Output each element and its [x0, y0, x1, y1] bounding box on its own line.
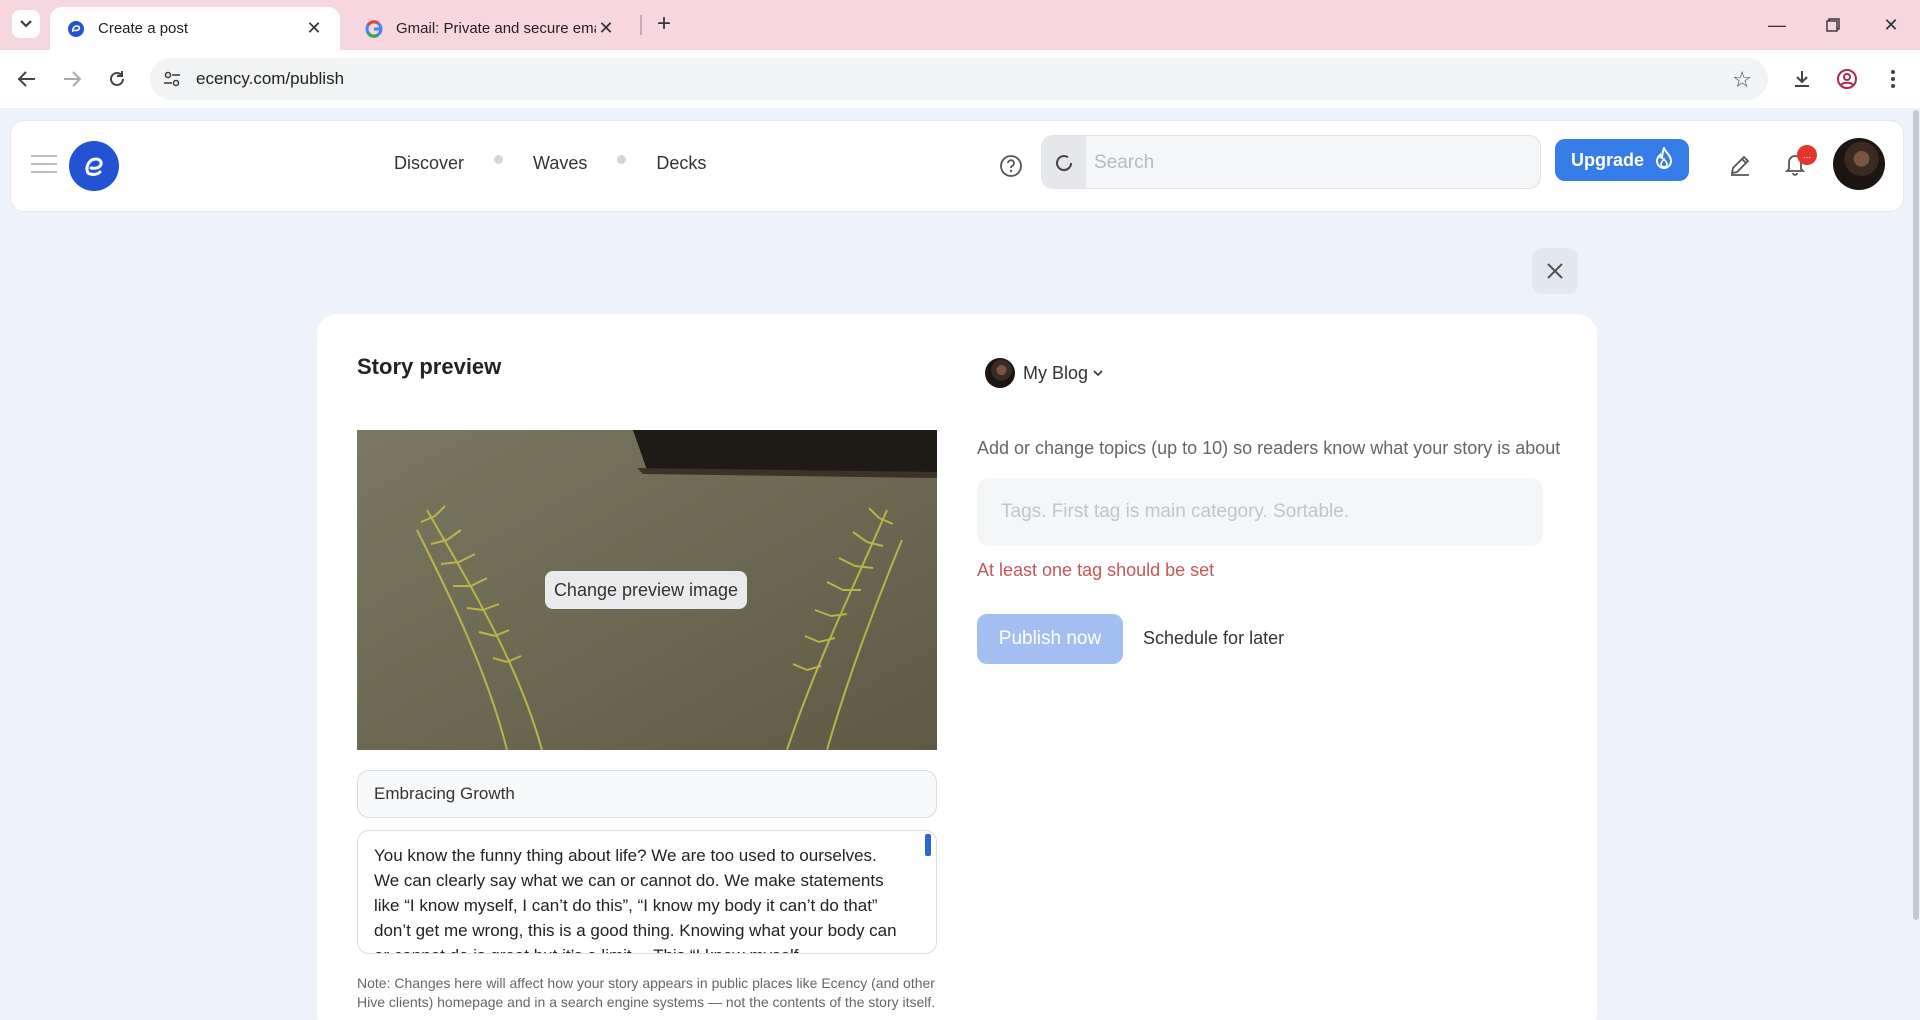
google-favicon-icon — [364, 19, 384, 39]
address-bar[interactable]: ecency.com/publish ☆ — [150, 58, 1768, 100]
nav-discover[interactable]: Discover — [394, 153, 464, 174]
tab-gmail[interactable]: Gmail: Private and secure email ✕ — [348, 7, 632, 50]
reload-icon[interactable] — [102, 64, 132, 94]
kebab-menu-icon[interactable] — [1878, 64, 1908, 94]
site-navbar: Discover Waves Decks Upgrade ... — [10, 120, 1904, 212]
nav-waves[interactable]: Waves — [533, 153, 587, 174]
loading-spinner-icon — [1042, 136, 1086, 188]
close-tab-icon[interactable]: ✕ — [596, 18, 616, 39]
forward-icon[interactable] — [57, 64, 87, 94]
ecency-logo[interactable] — [69, 141, 119, 191]
tab-separator — [640, 15, 642, 35]
user-avatar[interactable] — [1833, 138, 1885, 190]
change-preview-image-button[interactable]: Change preview image — [545, 571, 747, 609]
chevron-down-icon — [1093, 366, 1103, 380]
search-box — [1041, 135, 1541, 189]
page: Discover Waves Decks Upgrade ... — [0, 108, 1920, 1020]
tag-error-message: At least one tag should be set — [977, 560, 1215, 580]
download-icon[interactable] — [1787, 64, 1817, 94]
tab-create-post[interactable]: Create a post ✕ — [50, 7, 340, 50]
nav-separator — [494, 155, 504, 164]
main-nav: Discover Waves Decks — [394, 153, 706, 174]
bookmark-star-icon[interactable]: ☆ — [1732, 67, 1752, 93]
publish-now-button[interactable]: Publish now — [977, 614, 1123, 664]
upgrade-label: Upgrade — [1571, 149, 1645, 170]
chevron-down-icon — [20, 20, 32, 28]
ecency-favicon-icon — [66, 19, 86, 39]
tab-search-button[interactable] — [12, 10, 40, 38]
tab-title: Create a post — [98, 20, 189, 37]
url-text: ecency.com/publish — [196, 69, 345, 88]
flame-icon — [1654, 143, 1674, 174]
schedule-for-later-button[interactable]: Schedule for later — [1143, 628, 1284, 649]
page-scrollbar[interactable] — [1912, 108, 1920, 1020]
tab-title: Gmail: Private and secure email — [396, 20, 596, 37]
body-scrollbar[interactable] — [925, 834, 933, 950]
browser-toolbar: ecency.com/publish ☆ — [0, 50, 1920, 108]
post-body-field[interactable]: You know the funny thing about life? We … — [357, 830, 937, 954]
nav-decks[interactable]: Decks — [656, 153, 706, 174]
back-icon[interactable] — [12, 64, 42, 94]
close-tab-icon[interactable]: ✕ — [304, 18, 324, 39]
new-tab-button[interactable]: + — [650, 10, 678, 38]
community-selector[interactable]: My Blog — [985, 358, 1103, 388]
close-window-icon[interactable]: ✕ — [1876, 10, 1906, 40]
tab-strip: Create a post ✕ Gmail: Private and secur… — [0, 0, 1920, 50]
story-preview-heading: Story preview — [357, 354, 502, 379]
search-input[interactable] — [1094, 136, 1534, 188]
publish-card: Story preview Change preview image Embra… — [317, 314, 1597, 1020]
blog-label: My Blog — [1023, 362, 1089, 383]
topics-label: Add or change topics (up to 10) so reade… — [977, 438, 1561, 458]
help-icon[interactable] — [999, 154, 1023, 178]
post-title-field[interactable]: Embracing Growth — [357, 770, 937, 818]
nav-separator — [617, 155, 627, 164]
close-icon[interactable] — [1532, 248, 1578, 294]
pencil-icon[interactable] — [1728, 153, 1754, 179]
blog-avatar — [985, 358, 1015, 388]
site-settings-icon[interactable] — [162, 69, 182, 89]
preview-image: Change preview image — [357, 430, 937, 750]
upgrade-button[interactable]: Upgrade — [1555, 139, 1689, 181]
restore-icon[interactable] — [1818, 10, 1848, 40]
hamburger-menu-icon[interactable] — [31, 155, 57, 175]
tags-input[interactable] — [977, 478, 1543, 546]
preview-note: Note: Changes here will affect how your … — [357, 975, 936, 1010]
minimize-icon[interactable]: — — [1762, 10, 1792, 40]
profile-icon[interactable] — [1832, 64, 1862, 94]
notifications-bell-icon[interactable]: ... — [1783, 145, 1817, 181]
notification-badge: ... — [1797, 145, 1817, 165]
